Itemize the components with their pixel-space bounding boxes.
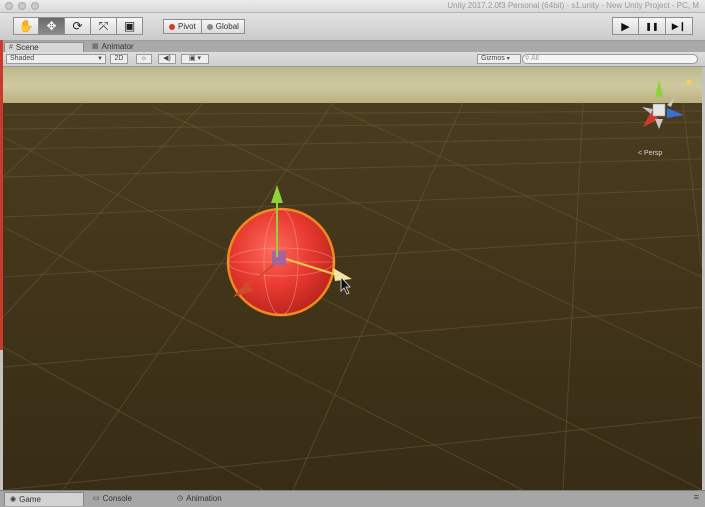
window-title: Unity 2017.2.0f3 Personal (64bit) - s1.u… (447, 1, 699, 10)
shading-mode-dropdown[interactable]: Shaded ▼ (6, 54, 106, 64)
global-button[interactable]: Global (201, 19, 245, 34)
audio-toggle-button[interactable]: ◀) (158, 54, 176, 64)
scale-icon: ⤧ (98, 18, 109, 33)
bottom-tab-bar: ◉ Game ▭ Console ◷ Animation ≡ (0, 490, 705, 507)
rotate-tool-button[interactable]: ⟳ (65, 17, 91, 35)
chevron-down-icon: ▾ (506, 56, 510, 62)
skybox (3, 67, 702, 105)
scene-search-input[interactable]: ⚲ All (522, 54, 698, 64)
scale-tool-button[interactable]: ⤧ (91, 17, 117, 35)
console-tab-icon: ▭ (93, 495, 100, 502)
tab-scene[interactable]: # Scene (4, 42, 84, 52)
gizmos-dropdown[interactable]: Gizmos ▾ (477, 54, 521, 64)
tab-animation[interactable]: ◷ Animation (172, 492, 227, 506)
play-icon: ▶ (621, 20, 630, 33)
tab-scene-label: Scene (15, 42, 39, 52)
title-bar: Unity 2017.2.0f3 Personal (64bit) - s1.u… (0, 0, 705, 13)
move-icon: ✥ (46, 19, 57, 33)
effects-icon: ▣ ▾ (188, 55, 202, 62)
tab-console[interactable]: ▭ Console (88, 492, 137, 506)
zoom-window-button[interactable] (31, 2, 39, 10)
rect-tool-button[interactable]: ▣ (117, 17, 143, 35)
transform-center-handle[interactable] (272, 251, 286, 265)
animator-tab-icon: ▦ (92, 43, 99, 50)
light-icon: ☼ (140, 55, 148, 62)
search-placeholder: All (531, 55, 539, 62)
editor-tab-bar: # Scene ▦ Animator (0, 41, 705, 52)
light-gizmo-icon (686, 79, 692, 85)
game-tab-icon: ◉ (10, 495, 17, 503)
hand-icon: ✋ (18, 19, 34, 33)
tab-animator[interactable]: ▦ Animator (88, 42, 138, 52)
pivot-icon (169, 23, 175, 30)
pivot-button[interactable]: Pivot (163, 19, 202, 34)
pivot-toggle-group: Pivot Global (163, 19, 245, 34)
pivot-label: Pivot (178, 22, 196, 31)
tab-animator-label: Animator (101, 42, 134, 51)
hand-tool-button[interactable]: ✋ (13, 17, 39, 35)
2d-toggle-button[interactable]: 2D (110, 54, 128, 64)
gizmo-center-cube[interactable] (652, 103, 666, 117)
animation-tab-icon: ◷ (177, 495, 184, 502)
tab-game[interactable]: ◉ Game (4, 492, 84, 506)
chevron-down-icon: ▼ (97, 56, 103, 62)
step-button[interactable]: ▶❙ (666, 17, 693, 35)
tab-console-label: Console (102, 494, 132, 503)
gizmos-label: Gizmos (481, 55, 505, 62)
scene-viewport[interactable]: < Persp (3, 67, 702, 490)
scene-toolbar: Shaded ▼ 2D ☼ ◀) ▣ ▾ Gizmos ▾ ⚲ All (0, 52, 705, 67)
speaker-icon: ◀) (163, 55, 171, 62)
effects-toggle-button[interactable]: ▣ ▾ (181, 54, 209, 64)
lighting-toggle-button[interactable]: ☼ (136, 54, 152, 64)
global-label: Global (215, 22, 239, 31)
step-icon: ▶❙ (671, 20, 687, 31)
rect-icon: ▣ (123, 19, 136, 33)
rotate-icon: ⟳ (72, 19, 83, 33)
move-tool-button[interactable]: ✥ (39, 17, 65, 35)
scene-tab-icon: # (9, 43, 13, 51)
pause-button[interactable]: ❚❚ (639, 17, 666, 35)
transform-tools: ✋ ✥ ⟳ ⤧ ▣ (13, 17, 143, 35)
selected-sphere[interactable] (226, 207, 336, 317)
projection-label[interactable]: < Persp (638, 150, 662, 157)
shading-mode-value: Shaded (10, 55, 35, 62)
play-button[interactable]: ▶ (612, 17, 639, 35)
tab-game-label: Game (19, 494, 41, 504)
main-toolbar: ✋ ✥ ⟳ ⤧ ▣ Pivot Global ▶ ❚❚ ▶❙ (0, 13, 705, 41)
scene-canvas[interactable]: < Persp (3, 67, 702, 490)
pause-icon: ❚❚ (645, 21, 659, 31)
panel-menu-icon[interactable]: ≡ (694, 492, 699, 502)
search-icon: ⚲ (525, 56, 530, 62)
ground-plane (3, 103, 702, 490)
close-window-button[interactable] (5, 2, 13, 10)
tab-animation-label: Animation (186, 494, 222, 503)
global-icon (206, 23, 213, 30)
minimize-window-button[interactable] (18, 2, 26, 10)
playback-controls: ▶ ❚❚ ▶❙ (612, 17, 693, 35)
